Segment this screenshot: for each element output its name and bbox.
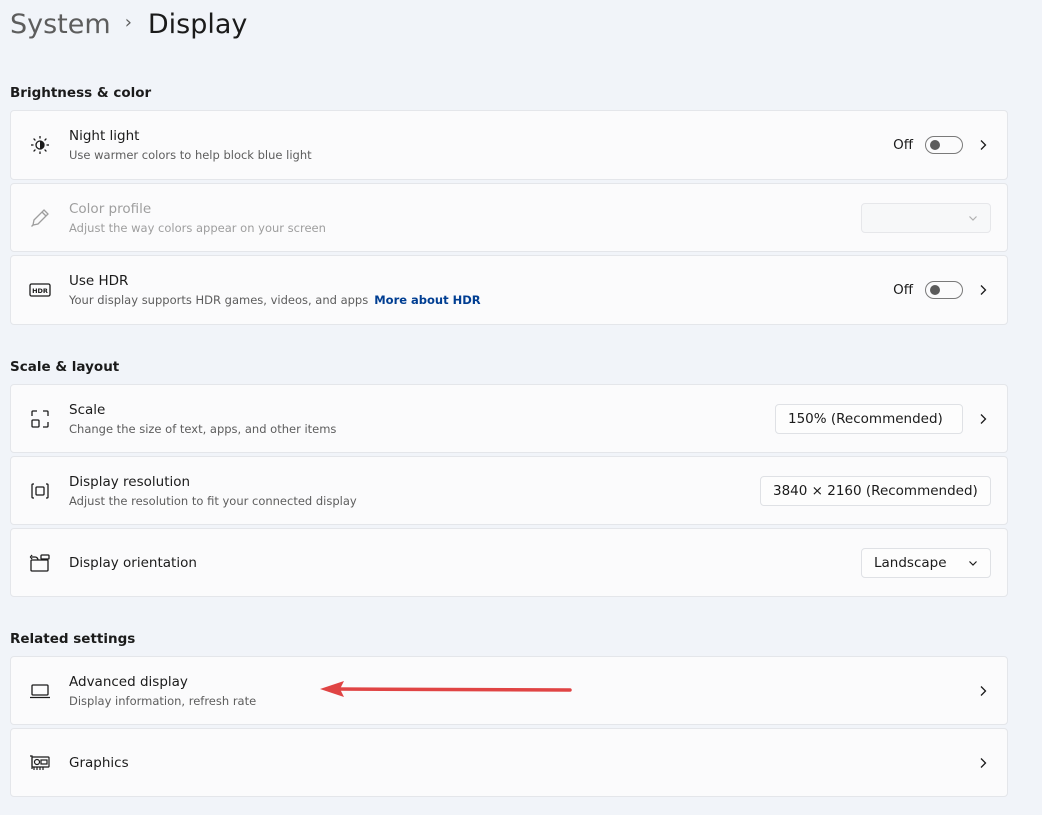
section-scale-layout: Scale & layout <box>10 359 119 375</box>
scale-card[interactable]: Scale Change the size of text, apps, and… <box>10 384 1008 453</box>
resolution-icon <box>29 480 51 502</box>
display-resolution-title: Display resolution <box>69 473 357 491</box>
graphics-card-icon <box>29 752 51 774</box>
color-profile-card: Color profile Adjust the way colors appe… <box>10 183 1008 252</box>
color-profile-title: Color profile <box>69 200 326 218</box>
breadcrumb: System › Display <box>10 4 247 44</box>
hdr-card[interactable]: HDR Use HDR Your display supports HDR ga… <box>10 255 1008 325</box>
graphics-title: Graphics <box>69 754 129 772</box>
chevron-down-icon <box>968 213 978 223</box>
hdr-icon: HDR <box>29 279 51 301</box>
display-orientation-card: Display orientation Landscape <box>10 528 1008 597</box>
night-light-subtitle: Use warmer colors to help block blue lig… <box>69 147 312 163</box>
advanced-display-subtitle: Display information, refresh rate <box>69 693 256 709</box>
page-title: Display <box>148 9 248 40</box>
orientation-icon <box>29 552 51 574</box>
brightness-icon <box>29 134 51 156</box>
graphics-card[interactable]: Graphics <box>10 728 1008 797</box>
annotation-arrow <box>318 679 574 699</box>
color-profile-subtitle: Adjust the way colors appear on your scr… <box>69 220 326 236</box>
section-related-settings: Related settings <box>10 631 135 647</box>
scale-title: Scale <box>69 401 336 419</box>
color-profile-dropdown <box>861 203 991 233</box>
scale-dropdown[interactable]: 150% (Recommended) <box>775 404 963 434</box>
display-resolution-value: 3840 × 2160 (Recommended) <box>773 483 978 499</box>
chevron-right-icon[interactable] <box>977 413 989 425</box>
scale-value: 150% (Recommended) <box>788 411 943 427</box>
breadcrumb-system[interactable]: System <box>10 9 111 40</box>
chevron-right-icon[interactable] <box>977 139 989 151</box>
more-about-hdr-link[interactable]: More about HDR <box>374 293 480 307</box>
night-light-title: Night light <box>69 127 312 145</box>
night-light-card[interactable]: Night light Use warmer colors to help bl… <box>10 110 1008 180</box>
display-orientation-title: Display orientation <box>69 554 197 572</box>
scale-subtitle: Change the size of text, apps, and other… <box>69 421 336 437</box>
display-orientation-dropdown[interactable]: Landscape <box>861 548 991 578</box>
pen-icon <box>29 207 51 229</box>
hdr-toggle[interactable] <box>925 281 963 299</box>
breadcrumb-separator: › <box>125 12 132 33</box>
chevron-right-icon[interactable] <box>977 757 989 769</box>
chevron-right-icon[interactable] <box>977 685 989 697</box>
display-resolution-subtitle: Adjust the resolution to fit your connec… <box>69 493 357 509</box>
hdr-title: Use HDR <box>69 272 481 290</box>
hdr-subtitle: Your display supports HDR games, videos,… <box>69 293 368 307</box>
display-orientation-value: Landscape <box>874 555 954 571</box>
display-resolution-dropdown[interactable]: 3840 × 2160 (Recommended) <box>760 476 991 506</box>
chevron-down-icon <box>968 558 978 568</box>
scale-icon <box>29 408 51 430</box>
night-light-toggle-label: Off <box>893 137 913 153</box>
advanced-display-title: Advanced display <box>69 673 256 691</box>
svg-text:HDR: HDR <box>32 287 48 295</box>
display-resolution-card: Display resolution Adjust the resolution… <box>10 456 1008 525</box>
monitor-icon <box>29 680 51 702</box>
section-brightness-color: Brightness & color <box>10 85 151 101</box>
hdr-toggle-label: Off <box>893 282 913 298</box>
night-light-toggle[interactable] <box>925 136 963 154</box>
chevron-right-icon[interactable] <box>977 284 989 296</box>
